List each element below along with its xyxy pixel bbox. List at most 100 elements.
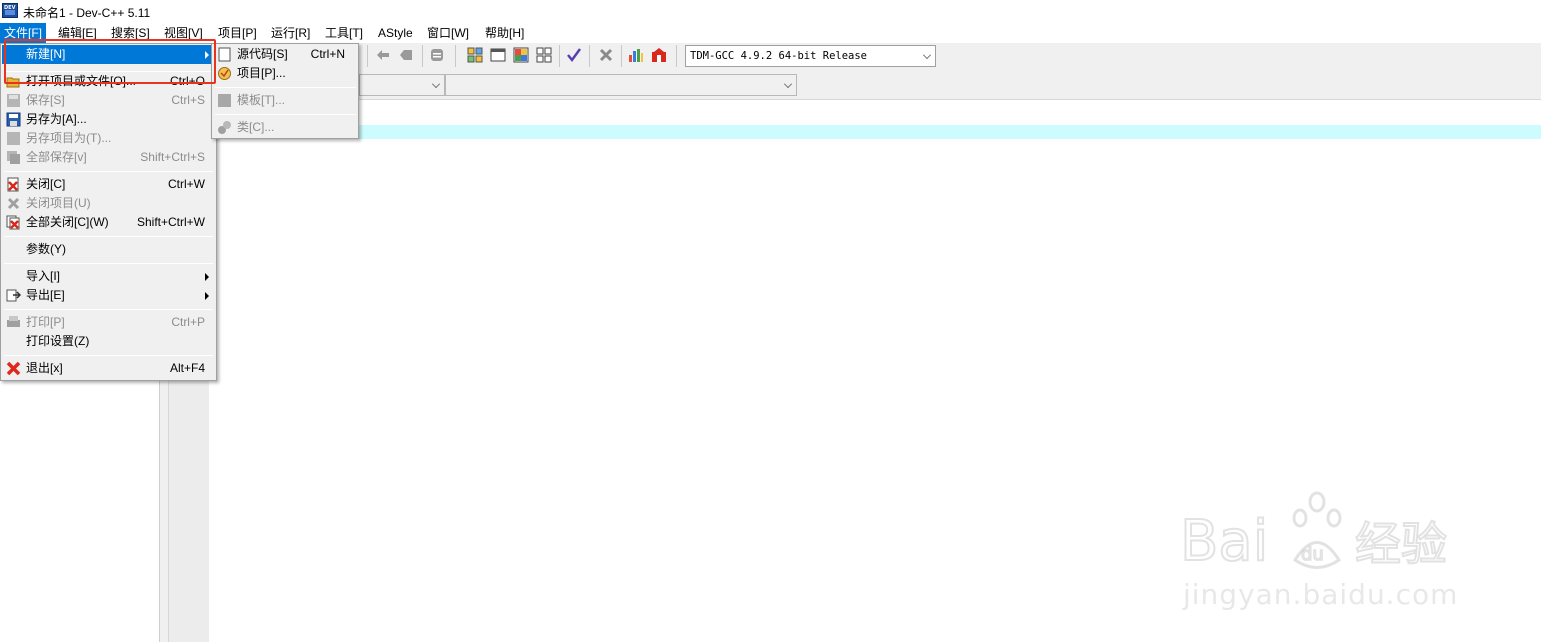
class-icon <box>218 121 231 134</box>
window-title: 未命名1 - Dev-C++ 5.11 <box>23 6 151 20</box>
menu-item-shortcut: Ctrl+S <box>171 93 205 107</box>
menu-item-close[interactable]: 关闭[C] Ctrl+W <box>2 175 215 194</box>
template-icon <box>218 94 231 107</box>
menu-item-export[interactable]: 导出[E] <box>2 286 215 305</box>
current-line-highlight <box>209 125 1541 139</box>
save-as-icon <box>6 112 21 127</box>
menu-item-label: 退出[x] <box>26 361 63 375</box>
chevron-down-icon <box>784 80 792 88</box>
menu-item-label: 保存[S] <box>26 93 65 107</box>
menu-item-label: 全部保存[v] <box>26 150 87 164</box>
menu-item-label: 参数(Y) <box>26 242 66 256</box>
menu-item-shortcut: Alt+F4 <box>169 361 205 375</box>
class-select[interactable] <box>359 74 445 96</box>
tile-grid-icon[interactable] <box>467 47 483 63</box>
submenu-item-template[interactable]: 模板[T]... <box>213 91 357 110</box>
menu-separator <box>4 309 213 310</box>
submenu-item-label: 项目[P]... <box>237 66 286 80</box>
menu-separator <box>4 263 213 264</box>
compiler-select[interactable]: TDM-GCC 4.9.2 64-bit Release <box>685 45 936 67</box>
title-bar: DEV 未命名1 - Dev-C++ 5.11 <box>0 0 1541 23</box>
menu-item-label: 打印设置(Z) <box>26 334 90 348</box>
back-icon[interactable] <box>375 47 391 63</box>
menu-window[interactable]: 窗口[W] <box>423 23 473 43</box>
compiler-select-value: TDM-GCC 4.9.2 64-bit Release <box>690 50 868 62</box>
window-icon[interactable] <box>490 47 506 63</box>
menu-item-shortcut: Ctrl+W <box>168 177 205 191</box>
editor-tab-strip <box>209 101 1541 125</box>
menu-separator <box>4 171 213 172</box>
function-select[interactable] <box>445 74 797 96</box>
menu-item-label: 另存为[A]... <box>26 112 87 126</box>
menu-item-shortcut: Shift+Ctrl+W <box>136 215 205 229</box>
menu-separator <box>215 87 356 88</box>
save-all-icon <box>7 151 20 164</box>
menu-project[interactable]: 项目[P] <box>214 23 261 43</box>
color-palette-icon[interactable] <box>513 47 529 63</box>
toolbar-separator <box>422 45 423 67</box>
menu-run[interactable]: 运行[R] <box>267 23 314 43</box>
menu-item-label: 关闭[C] <box>26 177 66 191</box>
print-icon <box>7 316 20 327</box>
submenu-arrow-icon <box>205 273 209 281</box>
menu-item-close-project[interactable]: 关闭项目(U) <box>2 194 215 213</box>
forward-icon[interactable] <box>398 47 414 63</box>
toolbar-separator <box>676 45 677 67</box>
menu-separator <box>4 236 213 237</box>
svg-text:Bai: Bai <box>1180 509 1268 574</box>
submenu-arrow-icon <box>205 292 209 300</box>
submenu-item-label: 源代码[S] <box>237 47 288 61</box>
chevron-down-icon <box>923 51 931 59</box>
delete-icon[interactable] <box>598 47 614 63</box>
submenu-item-class[interactable]: 类[C]... <box>213 118 357 137</box>
check-syntax-icon[interactable] <box>566 47 582 63</box>
toolbar-separator <box>367 45 368 67</box>
menu-item-save-as[interactable]: 另存为[A]... <box>2 110 215 129</box>
save-project-icon <box>7 132 20 145</box>
menu-item-label: 导出[E] <box>26 288 65 302</box>
menu-item-label: 关闭项目(U) <box>26 196 91 210</box>
menu-item-label: 另存项目为(T)... <box>26 131 112 145</box>
watermark-url: jingyan.baidu.com <box>1183 578 1459 611</box>
menu-help[interactable]: 帮助[H] <box>481 23 528 43</box>
project-icon <box>218 67 231 80</box>
new-submenu: 源代码[S] Ctrl+N 项目[P]... 模板[T]... 类[C]... <box>211 43 359 139</box>
menu-item-shortcut: Shift+Ctrl+S <box>140 150 205 164</box>
menu-item-label: 全部关闭[C](W) <box>26 215 109 229</box>
menu-item-print-setup[interactable]: 打印设置(Z) <box>2 332 215 351</box>
menu-item-parameters[interactable]: 参数(Y) <box>2 240 215 259</box>
svg-text:du: du <box>1301 544 1324 565</box>
menu-astyle[interactable]: AStyle <box>374 23 417 43</box>
menu-item-exit[interactable]: 退出[x] Alt+F4 <box>2 359 215 378</box>
menu-item-save[interactable]: 保存[S] Ctrl+S <box>2 91 215 110</box>
menu-separator <box>215 114 356 115</box>
profile-icon[interactable] <box>651 47 667 63</box>
menu-separator <box>4 355 213 356</box>
menu-tools[interactable]: 工具[T] <box>321 23 367 43</box>
submenu-item-shortcut: Ctrl+N <box>310 47 345 61</box>
close-file-icon <box>7 177 19 192</box>
svg-text:经验: 经验 <box>1355 517 1447 571</box>
menu-bar: 文件[F] 编辑[E] 搜索[S] 视图[V] 项目[P] 运行[R] 工具[T… <box>0 23 1541 43</box>
dev-cpp-app-icon: DEV <box>2 3 18 18</box>
exit-icon <box>6 361 21 376</box>
chart-icon[interactable] <box>628 47 644 63</box>
menu-item-import[interactable]: 导入[I] <box>2 267 215 286</box>
save-icon <box>7 94 20 107</box>
indent-icon[interactable] <box>429 47 445 63</box>
submenu-item-source-file[interactable]: 源代码[S] Ctrl+N <box>213 45 357 64</box>
toolbar-separator <box>559 45 560 67</box>
chevron-down-icon <box>432 80 440 88</box>
submenu-item-label: 类[C]... <box>237 120 275 134</box>
menu-item-print[interactable]: 打印[P] Ctrl+P <box>2 313 215 332</box>
toolbar-separator <box>621 45 622 67</box>
annotation-highlight-box <box>4 39 216 84</box>
close-all-icon <box>6 215 20 230</box>
menu-item-close-all[interactable]: 全部关闭[C](W) Shift+Ctrl+W <box>2 213 215 232</box>
menu-item-save-all[interactable]: 全部保存[v] Shift+Ctrl+S <box>2 148 215 167</box>
submenu-item-project[interactable]: 项目[P]... <box>213 64 357 83</box>
small-grid-icon[interactable] <box>536 47 552 63</box>
menu-item-save-project-as[interactable]: 另存项目为(T)... <box>2 129 215 148</box>
close-project-icon <box>7 197 20 210</box>
export-icon <box>6 289 21 302</box>
